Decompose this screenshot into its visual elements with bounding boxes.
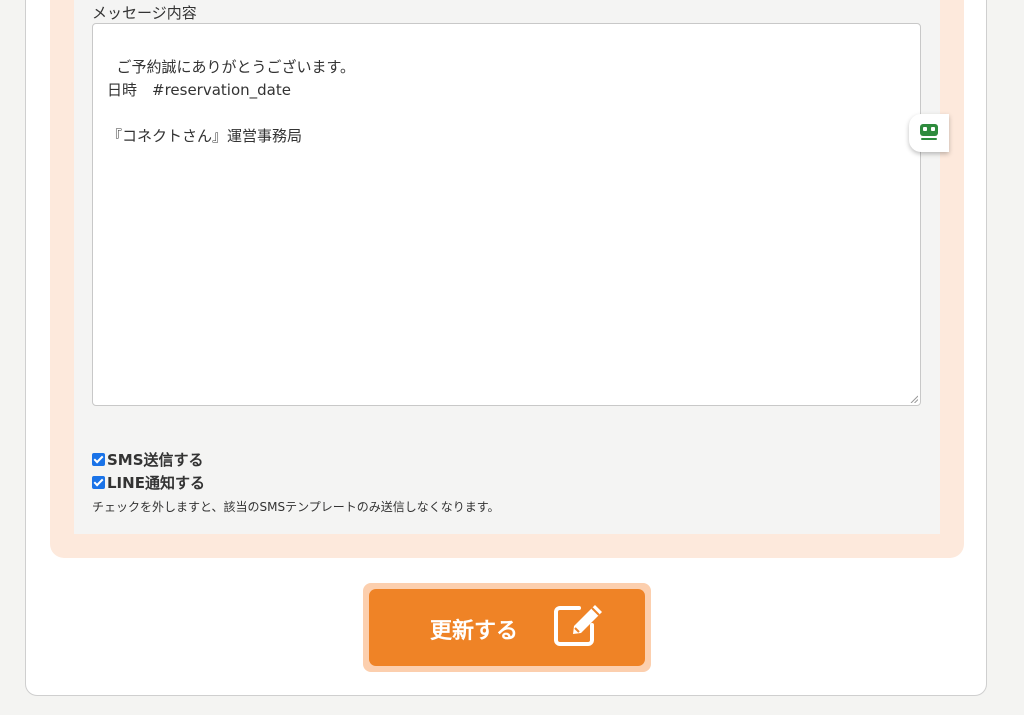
update-button[interactable]: 更新する <box>369 589 645 666</box>
sms-send-option[interactable]: SMS送信する <box>92 450 204 469</box>
uncheck-note: チェックを外しますと、該当のSMSテンプレートのみ送信しなくなります。 <box>92 500 500 514</box>
sms-send-label: SMS送信する <box>107 450 204 469</box>
resize-handle-icon[interactable] <box>910 395 918 403</box>
line-notify-label: LINE通知する <box>107 473 205 492</box>
message-label: メッセージ内容 <box>92 4 197 22</box>
message-textarea[interactable]: ご予約誠にありがとうございます。 日時 #reservation_date 『コ… <box>92 23 921 406</box>
update-button-label: 更新する <box>430 619 519 644</box>
edit-icon <box>554 605 602 646</box>
robot-icon <box>920 124 938 140</box>
line-notify-checkbox[interactable] <box>92 475 105 489</box>
sms-send-checkbox[interactable] <box>92 452 105 466</box>
message-text: ご予約誠にありがとうございます。 日時 #reservation_date 『コ… <box>107 58 356 145</box>
line-notify-option[interactable]: LINE通知する <box>92 473 205 492</box>
extension-badge[interactable] <box>909 114 949 152</box>
